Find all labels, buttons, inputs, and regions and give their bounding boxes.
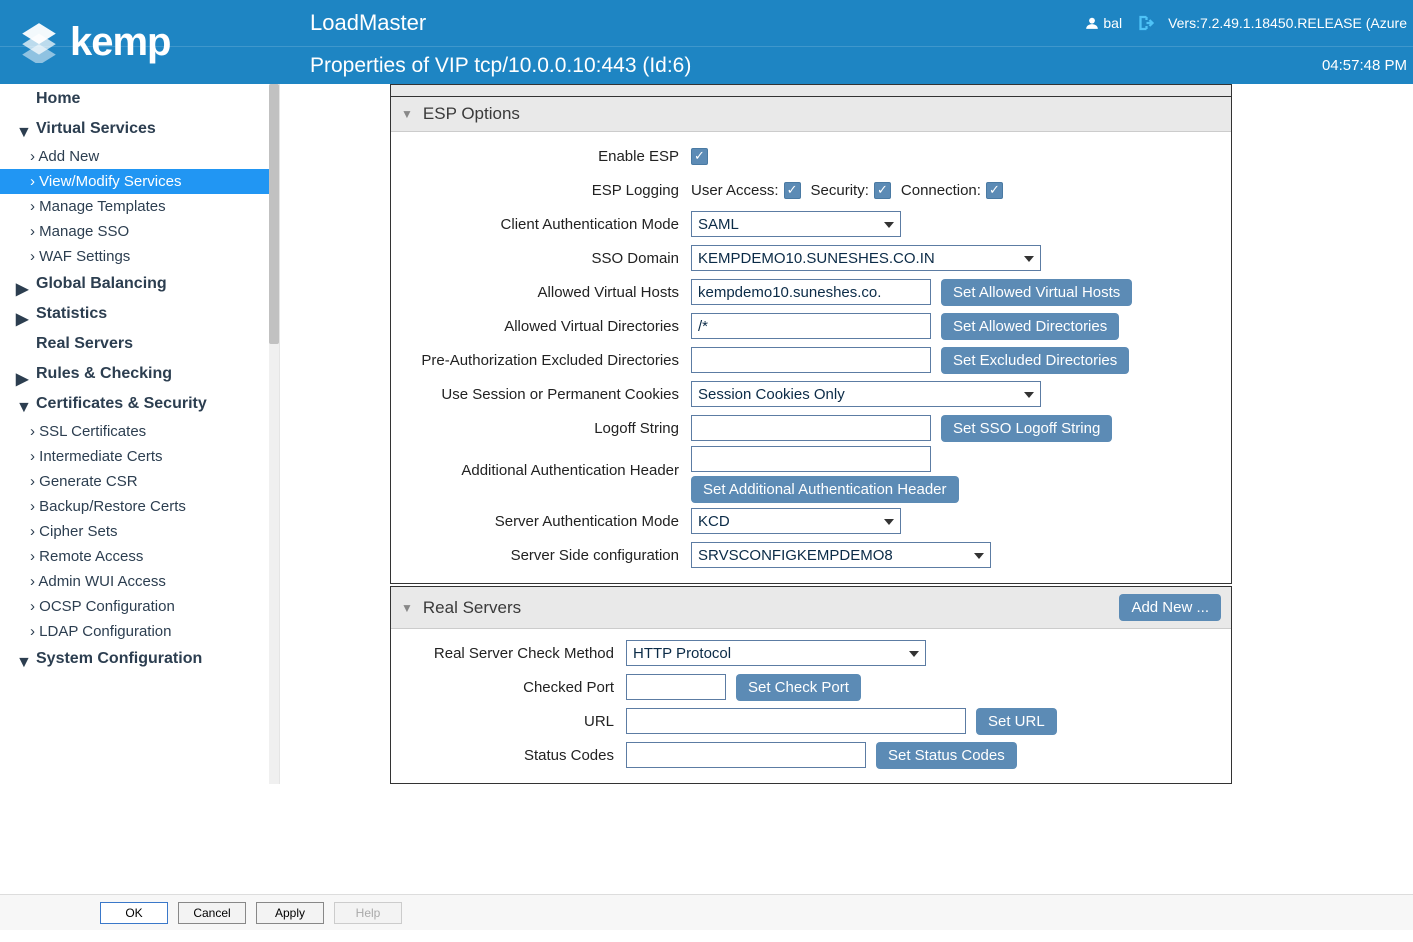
nav-real-servers[interactable]: Real Servers [0, 329, 279, 359]
content-area: ▼ ESP Options Enable ESP ✓ ESP Logging U… [280, 84, 1413, 784]
apply-button[interactable]: Apply [256, 902, 324, 924]
allowed-dirs-label: Allowed Virtual Directories [401, 318, 691, 335]
cookies-label: Use Session or Permanent Cookies [401, 386, 691, 403]
add-new-real-server-button[interactable]: Add New ... [1119, 594, 1221, 621]
nav-waf-settings[interactable]: WAF Settings [0, 244, 279, 269]
ok-button[interactable]: OK [100, 902, 168, 924]
clock: 04:57:48 PM [1322, 57, 1413, 74]
nav-rules-checking[interactable]: ▶Rules & Checking [0, 359, 279, 389]
log-user-access-checkbox[interactable]: ✓ [784, 182, 801, 199]
client-auth-mode-select[interactable]: SAML [691, 211, 901, 237]
nav-ldap-configuration[interactable]: LDAP Configuration [0, 619, 279, 644]
nav-certificates-security[interactable]: ▼Certificates & Security [0, 389, 279, 419]
check-method-select[interactable]: HTTP Protocol [626, 640, 926, 666]
nav-cipher-sets[interactable]: Cipher Sets [0, 519, 279, 544]
set-logoff-string-button[interactable]: Set SSO Logoff String [941, 415, 1112, 442]
logout-icon[interactable] [1136, 14, 1154, 32]
nav-manage-templates[interactable]: Manage Templates [0, 194, 279, 219]
app-title: LoadMaster [310, 10, 426, 36]
sidebar: Home ▼Virtual Services Add New View/Modi… [0, 84, 280, 784]
brand-logo: kemp [0, 0, 290, 84]
checked-port-input[interactable] [626, 674, 726, 700]
page-title: Properties of VIP tcp/10.0.0.10:443 (Id:… [310, 54, 691, 78]
preauth-excluded-label: Pre-Authorization Excluded Directories [401, 352, 691, 369]
esp-logging-label: ESP Logging [401, 182, 691, 199]
kemp-logo-icon [18, 21, 60, 63]
server-side-config-select[interactable]: SRVSCONFIGKEMPDEMO8 [691, 542, 991, 568]
nav-statistics[interactable]: ▶Statistics [0, 299, 279, 329]
allowed-vhosts-input[interactable] [691, 279, 931, 305]
status-codes-label: Status Codes [401, 747, 626, 764]
sso-domain-label: SSO Domain [401, 250, 691, 267]
nav-virtual-services[interactable]: ▼Virtual Services [0, 114, 279, 144]
addauth-header-label: Additional Authentication Header [401, 446, 691, 479]
nav-ocsp-configuration[interactable]: OCSP Configuration [0, 594, 279, 619]
set-status-codes-button[interactable]: Set Status Codes [876, 742, 1017, 769]
user-icon [1085, 16, 1099, 30]
nav-view-modify-services[interactable]: View/Modify Services [0, 169, 279, 194]
set-addauth-header-button[interactable]: Set Additional Authentication Header [691, 476, 959, 503]
server-auth-mode-label: Server Authentication Mode [401, 513, 691, 530]
nav-ssl-certificates[interactable]: SSL Certificates [0, 419, 279, 444]
version-text: Vers:7.2.49.1.18450.RELEASE (Azure [1168, 15, 1407, 31]
esp-options-header[interactable]: ▼ ESP Options [391, 97, 1231, 132]
enable-esp-checkbox[interactable]: ✓ [691, 148, 708, 165]
allowed-vhosts-label: Allowed Virtual Hosts [401, 284, 691, 301]
nav-backup-restore-certs[interactable]: Backup/Restore Certs [0, 494, 279, 519]
set-allowed-dirs-button[interactable]: Set Allowed Directories [941, 313, 1119, 340]
server-side-config-label: Server Side configuration [401, 547, 691, 564]
help-button[interactable]: Help [334, 902, 402, 924]
cancel-button[interactable]: Cancel [178, 902, 246, 924]
log-connection-checkbox[interactable]: ✓ [986, 182, 1003, 199]
status-codes-input[interactable] [626, 742, 866, 768]
client-auth-mode-label: Client Authentication Mode [401, 216, 691, 233]
nav-system-configuration[interactable]: ▼System Configuration [0, 644, 279, 674]
url-input[interactable] [626, 708, 966, 734]
check-method-label: Real Server Check Method [401, 645, 626, 662]
dialog-footer: OK Cancel Apply Help [0, 894, 1413, 930]
set-url-button[interactable]: Set URL [976, 708, 1057, 735]
sso-domain-select[interactable]: KEMPDEMO10.SUNESHES.CO.IN [691, 245, 1041, 271]
enable-esp-label: Enable ESP [401, 148, 691, 165]
server-auth-mode-select[interactable]: KCD [691, 508, 901, 534]
nav-remote-access[interactable]: Remote Access [0, 544, 279, 569]
logoff-string-input[interactable] [691, 415, 931, 441]
set-allowed-vhosts-button[interactable]: Set Allowed Virtual Hosts [941, 279, 1132, 306]
brand-text: kemp [70, 20, 171, 65]
nav-manage-sso[interactable]: Manage SSO [0, 219, 279, 244]
nav-intermediate-certs[interactable]: Intermediate Certs [0, 444, 279, 469]
nav-add-new[interactable]: Add New [0, 144, 279, 169]
nav-global-balancing[interactable]: ▶Global Balancing [0, 269, 279, 299]
collapse-icon: ▼ [401, 107, 413, 121]
url-label: URL [401, 713, 626, 730]
set-excluded-dirs-button[interactable]: Set Excluded Directories [941, 347, 1129, 374]
esp-options-panel: ▼ ESP Options Enable ESP ✓ ESP Logging U… [390, 96, 1232, 584]
user-indicator: bal [1085, 15, 1122, 31]
logoff-string-label: Logoff String [401, 420, 691, 437]
addauth-header-input[interactable] [691, 446, 931, 472]
real-servers-header[interactable]: ▼ Real Servers Add New ... [391, 587, 1231, 629]
real-servers-panel: ▼ Real Servers Add New ... Real Server C… [390, 586, 1232, 784]
allowed-dirs-input[interactable] [691, 313, 931, 339]
nav-generate-csr[interactable]: Generate CSR [0, 469, 279, 494]
collapse-icon: ▼ [401, 601, 413, 615]
set-check-port-button[interactable]: Set Check Port [736, 674, 861, 701]
nav-admin-wui-access[interactable]: Admin WUI Access [0, 569, 279, 594]
top-bar: kemp LoadMaster bal Vers:7.2.49.1.18450.… [0, 0, 1413, 46]
preauth-excluded-input[interactable] [691, 347, 931, 373]
prev-panel-edge [390, 84, 1232, 96]
nav-home[interactable]: Home [0, 84, 279, 114]
checked-port-label: Checked Port [401, 679, 626, 696]
log-security-checkbox[interactable]: ✓ [874, 182, 891, 199]
cookies-select[interactable]: Session Cookies Only [691, 381, 1041, 407]
sidebar-scrollbar[interactable] [269, 84, 279, 784]
